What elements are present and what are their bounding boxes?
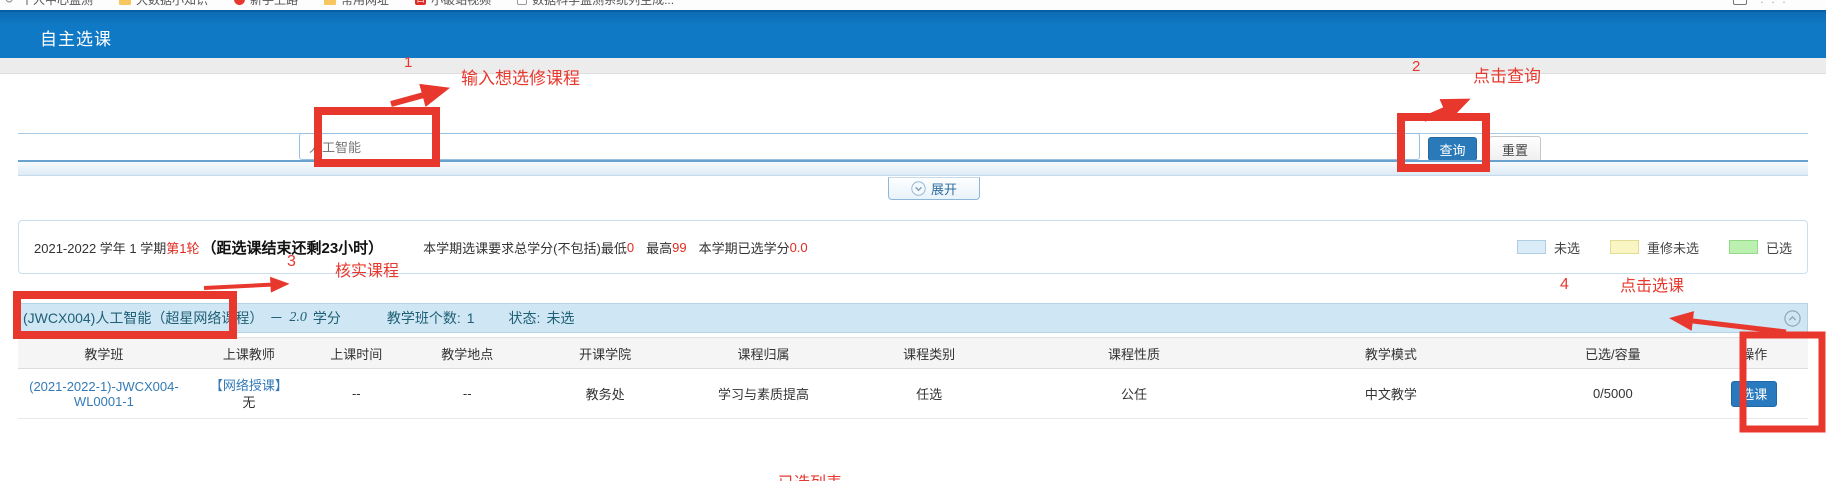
folder-icon [119,0,131,5]
class-place: -- [405,369,530,419]
chevron-down-circle-icon [911,181,926,196]
browser-bookmarks-bar: ↻ 个人中心监测 大数据小知识 新手上路 常用网址 口小破站视频 数据科学监测系统… [0,0,1826,10]
legend-unselected: 未选 [1517,238,1580,257]
bookmark-item[interactable]: 口小破站视频 [415,0,491,8]
red-dot-icon [234,0,245,5]
reset-button[interactable]: 重置 [1489,136,1541,162]
expand-label: 展开 [931,179,957,198]
collapse-course-icon[interactable] [1784,310,1801,330]
col-header-category: 课程类别 [847,338,1012,369]
class-id-link[interactable]: (2021-2022-1)-JWCX004-WL0001-1 [29,379,179,409]
bookmark-label: 小破站视频 [431,0,491,8]
course-band[interactable]: (JWCX004)人工智能（超星网络课程） － 2.0 学分 教学班个数: 1 … [18,303,1808,333]
bookmark-label: 大数据小知识 [136,0,208,8]
legend-selected: 已选 [1729,238,1792,257]
annotation-text-4: 点击选课 [1620,272,1684,296]
col-header-teacher: 上课教师 [190,338,308,369]
course-status-value: 未选 [546,308,574,328]
class-count-value: 1 [467,310,475,326]
subheader-strip [0,58,1826,74]
bookmark-item[interactable]: 数据科学监测系统列生成... [517,0,674,8]
annotation-arrow-3 [204,284,284,288]
bookmark-label: 常用网址 [341,0,389,8]
col-header-belonging: 课程归属 [680,338,846,369]
class-count-label: 教学班个数: [387,308,461,328]
video-site-icon: 口 [415,0,426,5]
bookmark-item[interactable]: 大数据小知识 [119,0,208,8]
page-title: 自主选课 [40,25,112,50]
legend-label: 未选 [1554,238,1580,257]
device-icon[interactable] [1733,0,1747,5]
legend-label: 已选 [1766,238,1792,257]
col-header-nature: 课程性质 [1011,338,1256,369]
semester-info-panel: 2021-2022 学年 1 学期 第1轮 （距选课结束还剩23小时） 本学期选… [18,220,1808,274]
course-belonging: 学习与素质提高 [680,369,846,419]
col-header-college: 开课学院 [530,338,680,369]
legend-label: 重修未选 [1647,238,1699,257]
bookmark-label: 个人中心监测 [21,0,93,8]
selected-credits-label: 本学期已选学分 [699,238,790,257]
expand-toggle[interactable]: 展开 [888,177,980,200]
folder-icon [324,0,336,5]
capacity-value: 0/5000 [1525,369,1700,419]
course-credits-suffix: 学分 [313,308,341,328]
class-table: 教学班 上课教师 上课时间 教学地点 开课学院 课程归属 课程类别 课程性质 教… [18,337,1808,419]
col-header-mode: 教学模式 [1257,338,1526,369]
bookmark-item[interactable]: 新手上路 [234,0,298,8]
search-collapse-strip [18,160,1808,176]
course-credits: 2.0 [289,310,307,326]
query-button[interactable]: 查询 [1428,137,1477,161]
course-dash: － [269,308,283,328]
col-header-capacity: 已选/容量 [1525,338,1700,369]
table-header-row: 教学班 上课教师 上课时间 教学地点 开课学院 课程归属 课程类别 课程性质 教… [18,338,1808,369]
teaching-mode: 中文教学 [1257,369,1526,419]
retake-swatch [1610,240,1639,254]
selected-credits-value: 0.0 [790,240,808,255]
sync-icon: ↻ [4,0,16,5]
min-credits-value: 0 [627,240,634,255]
col-header-action: 操作 [1701,338,1808,369]
course-selection-page: ↻ 个人中心监测 大数据小知识 新手上路 常用网址 口小破站视频 数据科学监测系统… [0,0,1826,481]
course-title: (JWCX004)人工智能（超星网络课程） [23,308,263,328]
annotation-arrow-2 [1424,102,1463,119]
bookmark-label: 数据科学监测系统列生成... [532,0,674,8]
countdown-text: （距选课结束还剩23小时） [201,237,383,258]
course-status-label: 状态: [509,308,541,328]
bookmark-label: 新手上路 [250,0,298,8]
annotation-number-4: 4 [1560,276,1569,294]
class-college: 教务处 [530,369,680,419]
col-header-class: 教学班 [18,338,190,369]
select-course-button[interactable]: 选课 [1731,381,1777,407]
selected-swatch [1729,240,1758,254]
credit-requirement-prefix: 本学期选课要求总学分(不包括)最低 [423,238,627,257]
col-header-time: 上课时间 [308,338,405,369]
max-credits-value: 99 [672,240,686,255]
legend-retake-unselected: 重修未选 [1610,238,1699,257]
selection-round: 第1轮 [166,238,199,257]
status-legend: 未选 重修未选 已选 [1487,238,1792,257]
bookmark-item[interactable]: ↻ 个人中心监测 [4,0,93,8]
more-dots-icon[interactable]: ⋮⋮⋮ [1757,0,1790,5]
table-row: (2021-2022-1)-JWCX004-WL0001-1 【网络授课】 无 … [18,369,1808,419]
annotation-bottom-note: 已选列表 [778,469,842,481]
class-time: -- [308,369,405,419]
course-category: 任选 [847,369,1012,419]
col-header-place: 教学地点 [405,338,530,369]
page-icon [517,0,527,5]
unselected-swatch [1517,240,1546,254]
course-search-input[interactable] [299,133,1420,160]
course-nature: 公任 [1011,369,1256,419]
max-credits-label: 最高 [646,238,672,257]
semester-term: 2021-2022 学年 1 学期 [34,238,166,257]
bookmark-item[interactable]: 常用网址 [324,0,389,8]
teacher-tag: 【网络授课】 [190,377,308,394]
annotation-arrow-1 [391,90,442,104]
teacher-name: 无 [190,394,308,411]
app-header: 自主选课 [0,10,1826,58]
